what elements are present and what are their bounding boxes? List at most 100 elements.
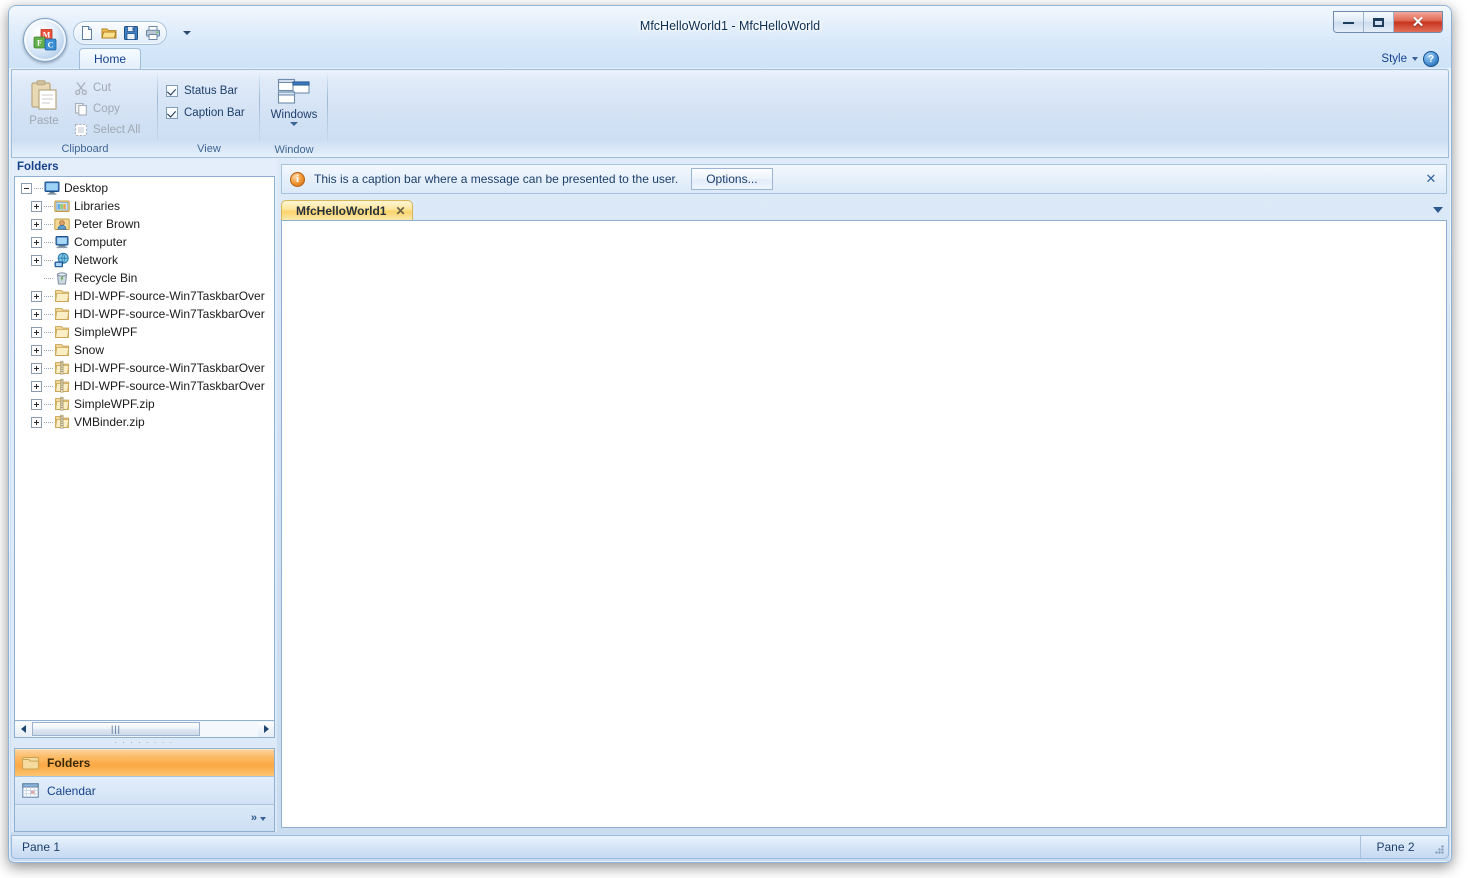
folder-icon [54,342,70,358]
tree-item[interactable]: VMBinder.zip [15,413,274,431]
window-title: MfcHelloWorld1 - MfcHelloWorld [639,19,821,33]
tab-home[interactable]: Home [79,48,142,70]
tree-item[interactable]: Libraries [15,197,274,215]
tree-item-label: Libraries [74,199,121,213]
title-bar: MfcHelloWorld1 - MfcHelloWorld ✕ [9,6,1451,46]
cut-button[interactable]: Cut [70,77,143,98]
tree-connector [44,331,53,333]
tree-item[interactable]: Peter Brown [15,215,274,233]
caption-bar-close-icon[interactable]: ✕ [1422,165,1440,193]
tree-item[interactable]: SimpleWPF.zip [15,395,274,413]
windows-button[interactable]: Windows [266,75,322,143]
tree-item[interactable]: Recycle Bin [15,269,274,287]
folder-tree-container[interactable]: Desktop Libraries Peter Brown Computer Netwo… [14,176,275,721]
tree-item-label: HDI-WPF-source-Win7TaskbarOver [74,289,265,303]
recycle-bin-icon [54,270,70,286]
resize-grip[interactable] [1430,836,1448,858]
folder-tree: Desktop Libraries Peter Brown Computer Netwo… [15,179,274,431]
document-tab-strip: MfcHelloWorld1 ✕ [281,198,1447,220]
checkbox-caption-bar[interactable]: Caption Bar [164,102,247,124]
minimize-button[interactable] [1334,12,1364,32]
save-button[interactable] [120,23,142,44]
open-button[interactable] [98,23,120,44]
maximize-button[interactable] [1364,12,1394,32]
tree-connector [44,367,53,369]
nav-item-calendar[interactable]: Calendar [15,777,274,805]
pane-splitter[interactable]: · · · · · · · · [14,738,274,748]
minimize-icon [1343,21,1354,24]
status-bar: Pane 1 Pane 2 [11,835,1449,859]
print-button[interactable] [142,23,164,44]
scrollbar-grip-icon: ||| [110,723,121,734]
tree-connector [44,313,53,315]
document-tab-mfchelloworld1[interactable]: MfcHelloWorld1 ✕ [281,200,413,220]
nav-item-folders[interactable]: Folders [15,749,274,777]
paste-label: Paste [29,115,59,127]
close-button[interactable]: ✕ [1394,12,1442,32]
zip-icon [54,414,70,430]
tree-item[interactable]: HDI-WPF-source-Win7TaskbarOver [15,287,274,305]
zip-icon [54,378,70,394]
document-tab-close-icon[interactable]: ✕ [395,204,405,218]
scrollbar-thumb[interactable]: ||| [32,722,200,736]
tree-connector [44,421,53,423]
tree-expand-toggle[interactable] [31,398,42,410]
cut-label: Cut [93,81,111,94]
tree-collapse-toggle[interactable] [21,182,32,194]
document-canvas[interactable] [281,220,1447,828]
tree-item-label: HDI-WPF-source-Win7TaskbarOver [74,307,265,321]
horizontal-scrollbar[interactable]: ||| [14,721,275,738]
status-pane-1: Pane 1 [22,840,61,854]
scroll-right-button[interactable] [258,721,274,737]
tree-expand-toggle[interactable] [31,362,42,374]
help-icon[interactable]: ? [1423,51,1439,67]
ribbon-tab-row: Home [9,48,1451,70]
tree-expand-toggle[interactable] [31,290,42,302]
status-bar-label: Status Bar [184,85,238,97]
tree-item[interactable]: Desktop [15,179,274,197]
tree-connector [34,187,43,189]
tree-item[interactable]: Snow [15,341,274,359]
new-button[interactable] [76,23,98,44]
tree-connector [44,241,53,243]
caption-bar-message: This is a caption bar where a message ca… [314,172,679,186]
tree-expand-toggle[interactable] [31,308,42,320]
tree-item[interactable]: HDI-WPF-source-Win7TaskbarOver [15,377,274,395]
tree-connector [44,385,53,387]
ribbon-group-view: Status Bar Caption Bar View [158,70,260,157]
tree-expand-toggle[interactable] [31,416,42,428]
tree-expand-toggle[interactable] [31,200,42,212]
scroll-left-button[interactable] [15,721,31,737]
nav-item-label: Folders [47,756,91,770]
paste-button[interactable]: Paste [18,75,70,141]
checkbox-status-bar[interactable]: Status Bar [164,80,247,102]
scrollbar-track[interactable] [200,721,258,737]
tree-expand-toggle[interactable] [31,326,42,338]
caption-options-button[interactable]: Options... [691,168,773,190]
tree-expand-toggle[interactable] [31,380,42,392]
select-all-button[interactable]: Select All [70,119,143,140]
desktop-icon [44,180,60,196]
copy-button[interactable]: Copy [70,98,143,119]
tree-item[interactable]: SimpleWPF [15,323,274,341]
tab-list-dropdown-button[interactable] [1429,200,1447,220]
tree-expand-toggle[interactable] [31,344,42,356]
tree-item[interactable]: HDI-WPF-source-Win7TaskbarOver [15,305,274,323]
tree-item[interactable]: Computer [15,233,274,251]
chevron-down-icon[interactable] [1412,57,1418,61]
quick-access-toolbar [73,21,167,45]
style-dropdown-label[interactable]: Style [1381,53,1407,65]
folder-icon [22,757,39,770]
tree-expand-toggle[interactable] [31,254,42,266]
navigation-bar: Folders Calendar » [14,748,275,832]
tree-item-label: HDI-WPF-source-Win7TaskbarOver [74,379,265,393]
close-icon: ✕ [1411,13,1425,31]
quick-access-customize-button[interactable] [181,27,193,39]
tree-item[interactable]: Network [15,251,274,269]
chevron-down-icon [290,122,298,126]
tree-expand-toggle[interactable] [31,218,42,230]
tree-expand-toggle[interactable] [31,236,42,248]
tree-connector [44,295,53,297]
nav-expand-button[interactable]: » [15,805,274,831]
tree-item[interactable]: HDI-WPF-source-Win7TaskbarOver [15,359,274,377]
